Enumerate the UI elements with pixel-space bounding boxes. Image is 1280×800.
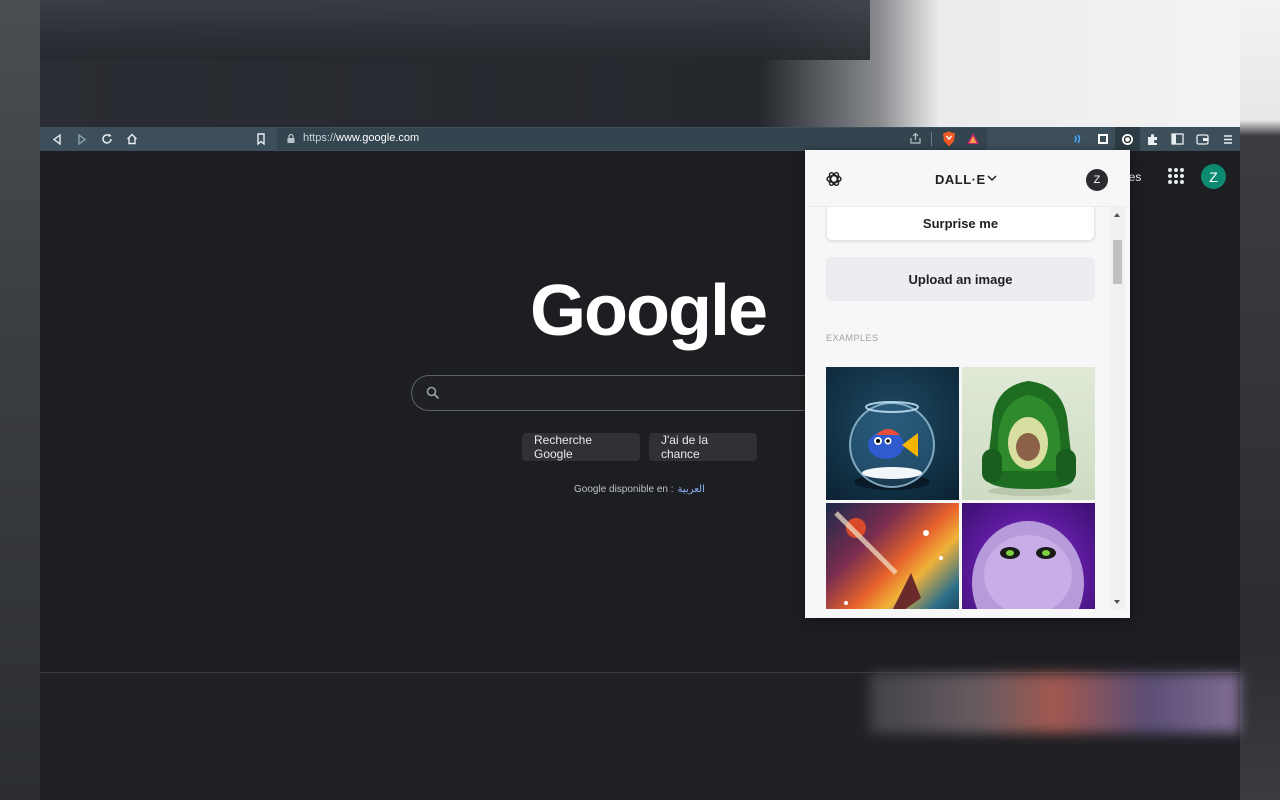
brave-shield-icon[interactable] (942, 131, 956, 152)
model-selector-title[interactable]: DALL·E (935, 172, 986, 187)
speechify-extension-icon[interactable] (1065, 127, 1090, 151)
example-image-purple-monster[interactable] (962, 503, 1095, 609)
reload-icon[interactable] (94, 127, 119, 151)
scroll-up-arrow-icon[interactable] (1114, 213, 1120, 217)
sidebar-icon[interactable] (1165, 127, 1190, 151)
scrollbar-thumb[interactable] (1113, 240, 1122, 284)
url-text: https://www.google.com (303, 132, 420, 144)
address-bar[interactable]: https://www.google.com (277, 128, 987, 150)
available-in-text: Google disponible en : (574, 484, 674, 495)
url-separator (931, 132, 932, 146)
google-search-button[interactable]: Recherche Google (522, 433, 640, 461)
background-blur-top (40, 0, 1240, 127)
background-blur-bottom (40, 672, 1240, 800)
google-search-input[interactable] (411, 375, 831, 411)
surprise-me-button[interactable]: Surprise me (826, 207, 1095, 241)
examples-heading: EXAMPLES (826, 333, 879, 343)
example-image-cosmic-painting[interactable] (826, 503, 959, 609)
dalle-extension-popup: DALL·E Z Surprise me Upload an image EXA… (805, 150, 1130, 618)
openai-extension-icon[interactable] (1115, 127, 1140, 151)
toolbar-right-actions (1065, 127, 1240, 151)
share-icon[interactable] (909, 132, 922, 150)
lock-icon (287, 134, 295, 143)
home-icon[interactable] (119, 127, 144, 151)
example-image-fishbowl[interactable] (826, 367, 959, 500)
openai-icon[interactable] (825, 170, 843, 188)
available-languages: Google disponible en : العربية (574, 484, 705, 495)
upload-image-button[interactable]: Upload an image (826, 257, 1095, 301)
google-account-avatar[interactable]: Z (1201, 164, 1226, 189)
background-blur-right (1240, 0, 1280, 800)
popup-body: Surprise me Upload an image EXAMPLES (805, 207, 1130, 618)
back-icon[interactable] (44, 127, 69, 151)
browser-toolbar: https://www.google.com (40, 127, 1240, 151)
extensions-icon[interactable] (1140, 127, 1165, 151)
search-icon (426, 386, 440, 400)
feeling-lucky-button[interactable]: J'ai de la chance (649, 433, 757, 461)
menu-icon[interactable] (1215, 127, 1240, 151)
brave-rewards-icon[interactable] (966, 132, 980, 150)
background-blur-left (0, 0, 40, 800)
language-link-arabic[interactable]: العربية (678, 484, 705, 495)
popup-scrollbar[interactable] (1110, 207, 1125, 610)
example-image-avocado-chair[interactable] (962, 367, 1095, 500)
scroll-down-arrow-icon[interactable] (1114, 600, 1120, 604)
examples-grid (826, 367, 1095, 609)
popup-header: DALL·E Z (805, 150, 1130, 207)
apps-grid-icon[interactable] (1168, 168, 1184, 184)
wallet-icon[interactable] (1190, 127, 1215, 151)
bookmark-icon[interactable] (248, 127, 273, 151)
popup-user-avatar[interactable]: Z (1086, 169, 1108, 191)
google-logo: Google (530, 271, 768, 351)
forward-icon[interactable] (69, 127, 94, 151)
window-extension-icon[interactable] (1090, 127, 1115, 151)
chevron-down-icon[interactable] (987, 174, 997, 182)
